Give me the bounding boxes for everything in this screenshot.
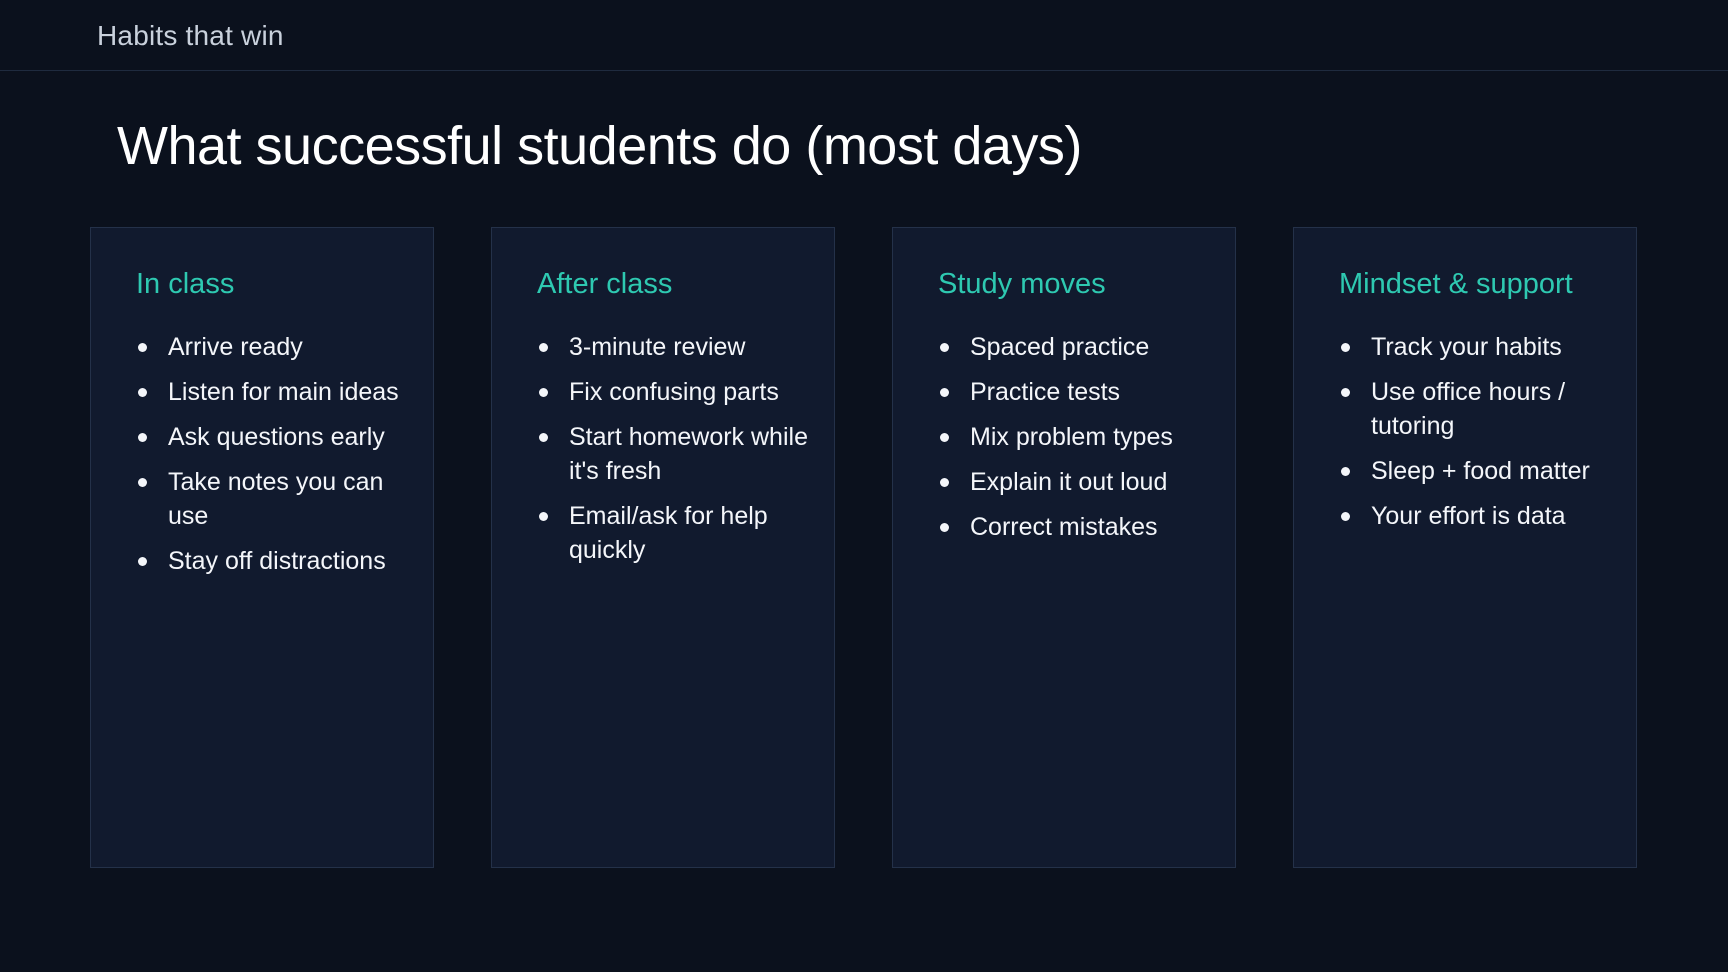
bullet-icon — [1341, 512, 1350, 521]
bullet-icon — [940, 478, 949, 487]
bullet-icon — [539, 512, 548, 521]
list-item-text: Fix confusing parts — [569, 378, 779, 406]
bullet-icon — [138, 433, 147, 442]
top-bar: Habits that win — [0, 0, 1728, 71]
bullet-icon — [138, 343, 147, 352]
bullet-icon — [1341, 343, 1350, 352]
bullet-icon — [940, 523, 949, 532]
list-item-text: Email/ask for help quickly — [569, 502, 768, 564]
list-item: Fix confusing parts — [537, 375, 822, 409]
bullet-icon — [138, 557, 147, 566]
list-item-text: Explain it out loud — [970, 468, 1168, 496]
list-item: Practice tests — [938, 375, 1223, 409]
list-item: Ask questions early — [136, 420, 421, 454]
list-item: Track your habits — [1339, 330, 1624, 364]
list-item-text: Sleep + food matter — [1371, 457, 1590, 485]
list-item: Use office hours / tutoring — [1339, 375, 1624, 443]
bullet-icon — [1341, 467, 1350, 476]
list-item: Explain it out loud — [938, 465, 1223, 499]
card-list: Track your habits Use office hours / tut… — [1339, 330, 1624, 544]
bullet-icon — [539, 433, 548, 442]
bullet-icon — [539, 388, 548, 397]
list-item-text: Correct mistakes — [970, 513, 1158, 541]
list-item: Mix problem types — [938, 420, 1223, 454]
bullet-icon — [138, 388, 147, 397]
list-item-text: Arrive ready — [168, 333, 303, 361]
card-list: 3-minute review Fix confusing parts Star… — [537, 330, 822, 578]
card-heading: Mindset & support — [1339, 268, 1573, 300]
list-item: Your effort is data — [1339, 499, 1624, 533]
list-item-text: 3-minute review — [569, 333, 746, 361]
list-item-text: Listen for main ideas — [168, 378, 399, 406]
list-item-text: Stay off distractions — [168, 547, 386, 575]
bullet-icon — [539, 343, 548, 352]
card-study-moves: Study moves Spaced practice Practice tes… — [892, 227, 1236, 868]
habit-cards: In class Arrive ready Listen for main id… — [90, 227, 1638, 868]
card-list: Spaced practice Practice tests Mix probl… — [938, 330, 1223, 555]
list-item: Email/ask for help quickly — [537, 499, 822, 567]
list-item-text: Spaced practice — [970, 333, 1150, 361]
page-title: What successful students do (most days) — [117, 116, 1082, 176]
list-item: Listen for main ideas — [136, 375, 421, 409]
card-heading: Study moves — [938, 268, 1106, 300]
list-item-text: Start homework while it's fresh — [569, 423, 808, 485]
card-in-class: In class Arrive ready Listen for main id… — [90, 227, 434, 868]
card-list: Arrive ready Listen for main ideas Ask q… — [136, 330, 421, 589]
list-item-text: Track your habits — [1371, 333, 1562, 361]
deck-title: Habits that win — [97, 20, 284, 51]
bullet-icon — [1341, 388, 1350, 397]
list-item-text: Use office hours / tutoring — [1371, 378, 1566, 440]
list-item: Sleep + food matter — [1339, 454, 1624, 488]
list-item: Arrive ready — [136, 330, 421, 364]
list-item-text: Ask questions early — [168, 423, 385, 451]
list-item-text: Your effort is data — [1371, 502, 1566, 530]
bullet-icon — [940, 433, 949, 442]
bullet-icon — [940, 343, 949, 352]
card-mindset-support: Mindset & support Track your habits Use … — [1293, 227, 1637, 868]
card-after-class: After class 3-minute review Fix confusin… — [491, 227, 835, 868]
card-heading: In class — [136, 268, 235, 300]
bullet-icon — [138, 478, 147, 487]
list-item: Correct mistakes — [938, 510, 1223, 544]
list-item: Spaced practice — [938, 330, 1223, 364]
card-heading: After class — [537, 268, 673, 300]
bullet-icon — [940, 388, 949, 397]
list-item: 3-minute review — [537, 330, 822, 364]
list-item-text: Mix problem types — [970, 423, 1173, 451]
list-item-text: Take notes you can use — [168, 468, 384, 530]
list-item: Stay off distractions — [136, 544, 421, 578]
list-item-text: Practice tests — [970, 378, 1121, 406]
list-item: Take notes you can use — [136, 465, 421, 533]
list-item: Start homework while it's fresh — [537, 420, 822, 488]
